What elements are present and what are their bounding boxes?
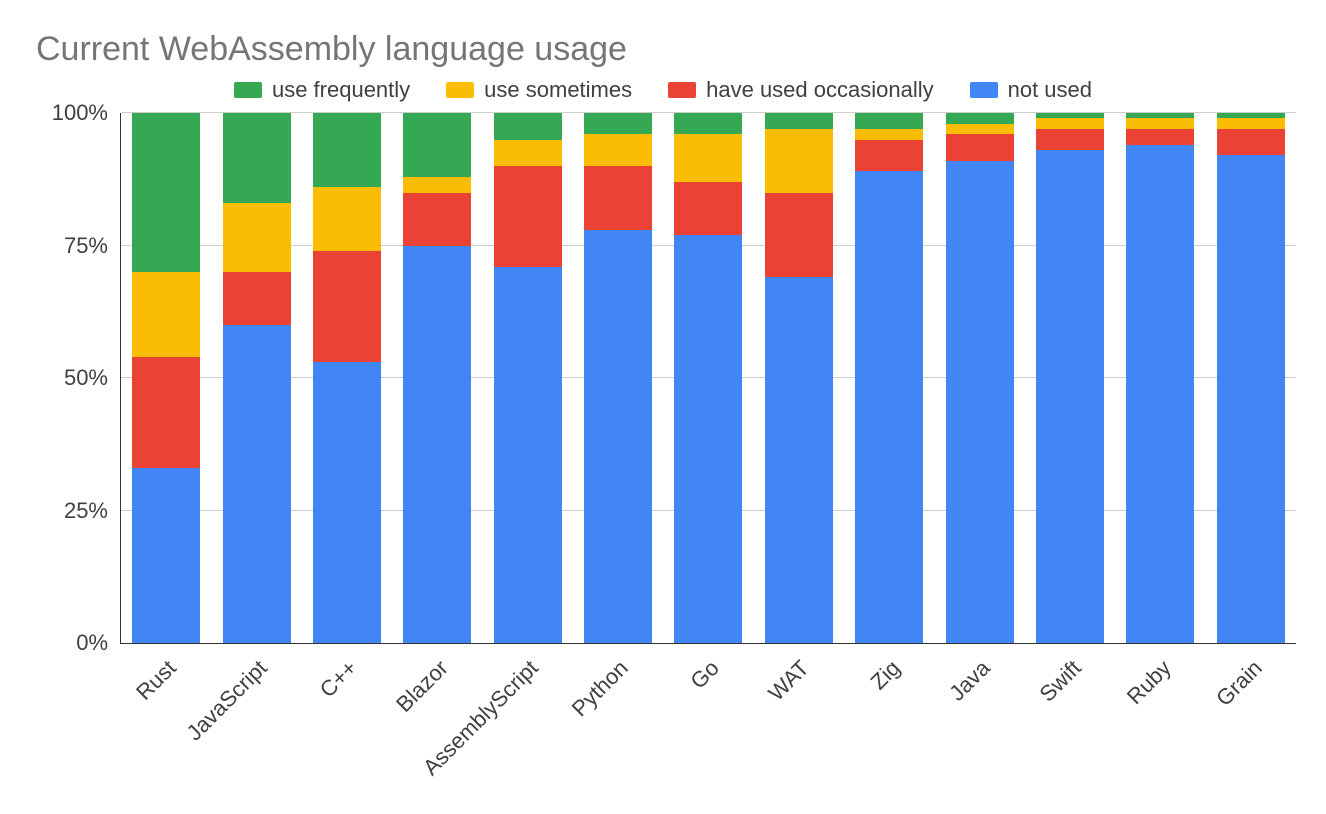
bar-column [313, 113, 381, 643]
x-tick-label: Rust [131, 655, 181, 705]
bar-column [855, 113, 923, 643]
x-tick-label: WAT [764, 655, 815, 706]
bar-column [946, 113, 1014, 643]
bar-segment [584, 166, 652, 230]
bar-segment [494, 113, 562, 140]
legend-item: have used occasionally [668, 77, 933, 103]
legend-swatch [446, 82, 474, 98]
bar-segment [313, 113, 381, 187]
bar-column [674, 113, 742, 643]
plot-area [120, 113, 1296, 644]
legend-swatch [668, 82, 696, 98]
x-axis: RustJavaScriptC++BlazorAssemblyScriptPyt… [120, 643, 1296, 813]
legend-swatch [970, 82, 998, 98]
bar-segment [1126, 118, 1194, 129]
y-tick-label: 100% [52, 100, 108, 126]
bar-column [765, 113, 833, 643]
y-tick-label: 0% [76, 630, 108, 656]
y-tick-label: 25% [64, 498, 108, 524]
bar-segment [946, 124, 1014, 135]
bar-column [1217, 113, 1285, 643]
y-tick-label: 75% [64, 233, 108, 259]
bar-segment [1126, 145, 1194, 643]
bar-column [403, 113, 471, 643]
bar-segment [674, 134, 742, 182]
bar-segment [132, 357, 200, 468]
bar-segment [584, 230, 652, 643]
bar-segment [403, 177, 471, 193]
bar-segment [855, 113, 923, 129]
bar-segment [494, 267, 562, 643]
bar-segment [132, 272, 200, 357]
bar-column [584, 113, 652, 643]
bar-segment [223, 203, 291, 272]
bar-segment [946, 161, 1014, 643]
bar-column [1036, 113, 1104, 643]
bar-segment [855, 140, 923, 172]
x-tick-label: Grain [1211, 655, 1267, 711]
x-tick-label: Java [945, 655, 996, 706]
bar-segment [584, 134, 652, 166]
bar-segment [584, 113, 652, 134]
bar-segment [765, 129, 833, 193]
legend-label: have used occasionally [706, 77, 933, 103]
bars-group [121, 113, 1296, 643]
bar-segment [494, 140, 562, 167]
bar-segment [223, 113, 291, 203]
bar-segment [313, 362, 381, 643]
bar-segment [223, 325, 291, 643]
bar-segment [765, 277, 833, 643]
bar-segment [403, 193, 471, 246]
x-tick-label: Ruby [1122, 655, 1177, 710]
bar-segment [674, 235, 742, 643]
y-axis: 0%25%50%75%100% [30, 113, 120, 643]
bar-segment [1217, 118, 1285, 129]
bar-segment [403, 113, 471, 177]
plot-row: 0%25%50%75%100% [30, 113, 1296, 643]
legend-item: use sometimes [446, 77, 632, 103]
bar-column [1126, 113, 1194, 643]
bar-column [223, 113, 291, 643]
bar-segment [1036, 150, 1104, 643]
x-tick-label: Swift [1034, 655, 1086, 707]
bar-segment [223, 272, 291, 325]
bar-segment [946, 134, 1014, 161]
y-tick-label: 50% [64, 365, 108, 391]
legend-label: not used [1008, 77, 1092, 103]
x-tick-label: Go [685, 655, 724, 694]
bar-segment [494, 166, 562, 267]
bar-column [494, 113, 562, 643]
bar-segment [765, 193, 833, 278]
x-tick-label: JavaScript [181, 655, 272, 746]
bar-segment [1036, 129, 1104, 150]
bar-segment [674, 113, 742, 134]
bar-segment [1217, 129, 1285, 156]
bar-segment [1036, 118, 1104, 129]
x-tick-label: C++ [315, 655, 363, 703]
bar-segment [946, 113, 1014, 124]
bar-segment [1126, 129, 1194, 145]
bar-segment [313, 187, 381, 251]
bar-segment [132, 468, 200, 643]
bar-segment [855, 171, 923, 643]
legend-item: not used [970, 77, 1092, 103]
legend-label: use sometimes [484, 77, 632, 103]
bar-segment [674, 182, 742, 235]
x-tick-label: Zig [865, 655, 905, 695]
legend-swatch [234, 82, 262, 98]
x-tick-label: Python [567, 655, 634, 722]
legend-item: use frequently [234, 77, 410, 103]
x-tick-label: Blazor [391, 655, 453, 717]
legend-label: use frequently [272, 77, 410, 103]
bar-segment [313, 251, 381, 362]
bar-segment [765, 113, 833, 129]
chart-title: Current WebAssembly language usage [36, 30, 1296, 69]
bar-segment [403, 246, 471, 644]
chart-container: Current WebAssembly language usage use f… [0, 0, 1326, 814]
bar-segment [1217, 155, 1285, 643]
bar-segment [855, 129, 923, 140]
chart-legend: use frequently use sometimes have used occ… [30, 77, 1296, 103]
bar-segment [132, 113, 200, 272]
bar-column [132, 113, 200, 643]
